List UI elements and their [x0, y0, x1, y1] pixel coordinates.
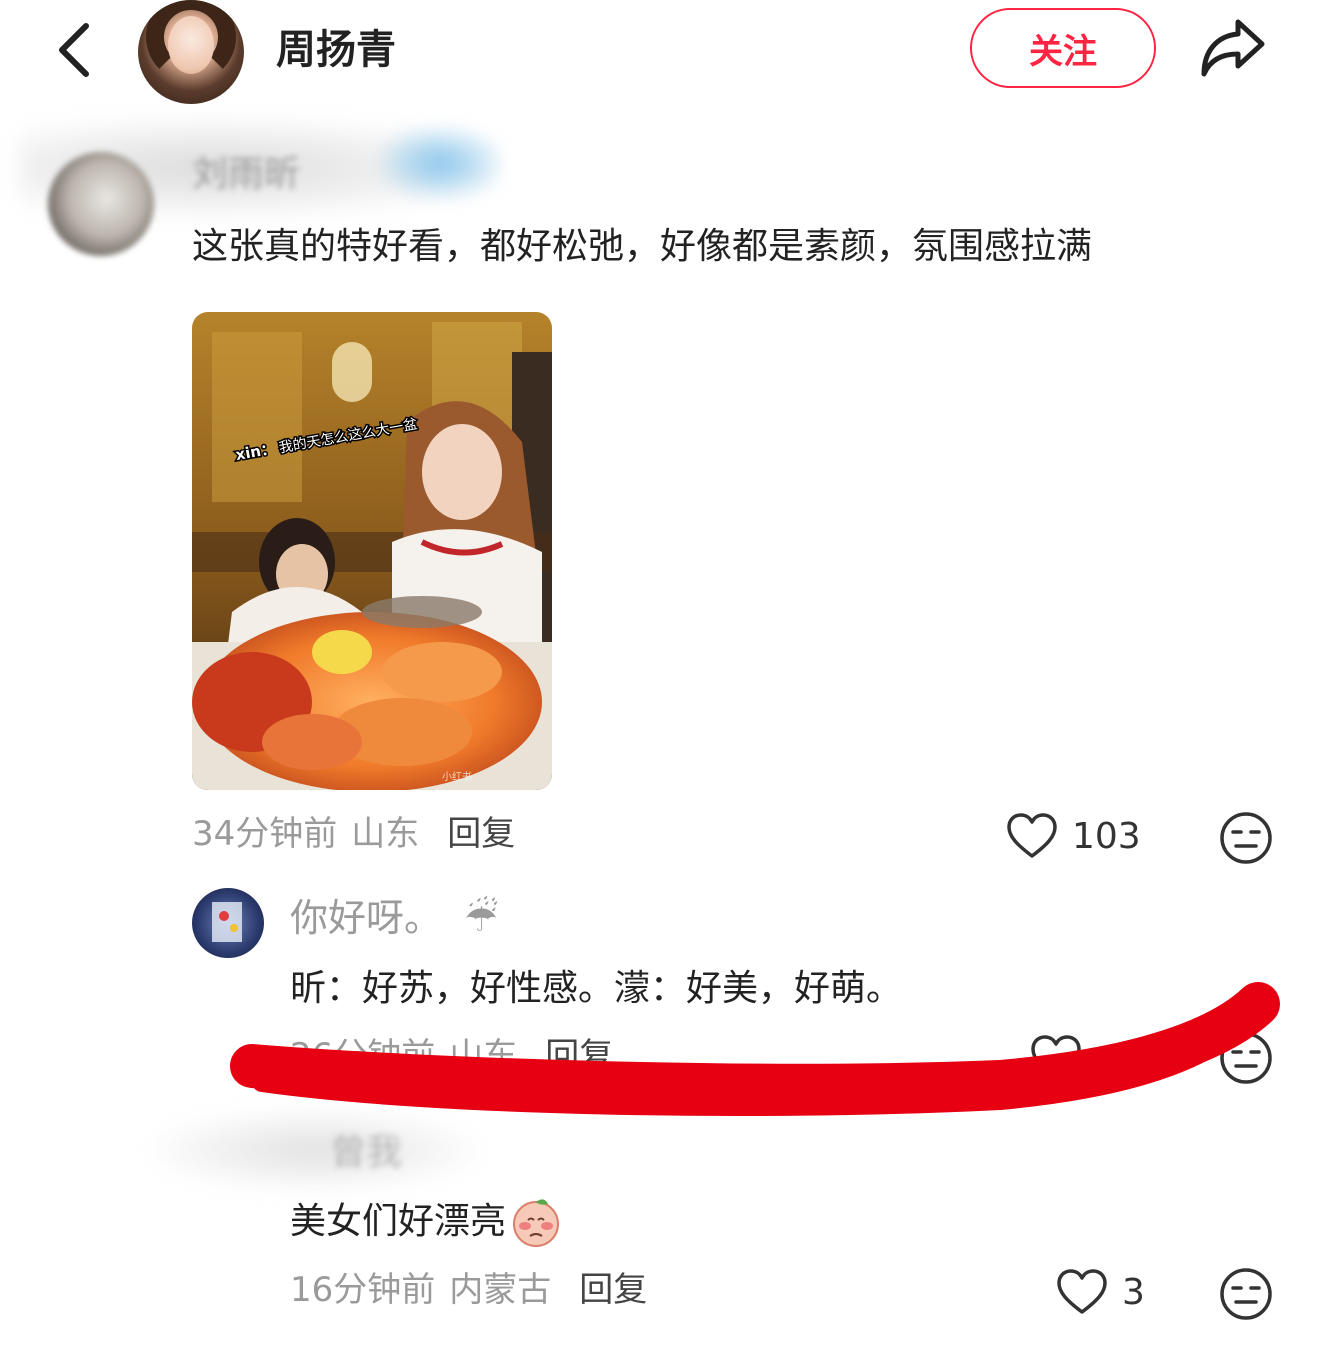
top-bar: 周扬青 关注: [0, 0, 1320, 110]
peach-blush-emoji: [513, 1199, 560, 1247]
photo-watermark: 小红书: [442, 770, 472, 783]
author-name[interactable]: 周扬青: [276, 22, 396, 78]
meh-face-icon: [1220, 1268, 1272, 1320]
comment-time: 16分钟前: [290, 1270, 436, 1310]
comment-location: 内蒙古: [449, 1270, 552, 1310]
privacy-blur: [150, 1110, 480, 1190]
reply-location: 山东: [449, 1036, 518, 1076]
dislike-button[interactable]: [1218, 810, 1274, 866]
heart-icon: [1007, 813, 1057, 858]
reply-time: 26分钟前: [290, 1036, 436, 1076]
meh-face-icon: [1220, 812, 1272, 864]
back-button[interactable]: [48, 18, 100, 82]
share-arrow-icon: [1201, 19, 1265, 77]
meh-face-icon: [1220, 1032, 1272, 1084]
reply-commenter-name[interactable]: 你好呀。 ☔: [290, 892, 498, 944]
reply-reply-button[interactable]: 回复: [545, 1036, 613, 1076]
comment-text: 这张真的特好看，都好松弛，好像都是素颜，氛围感拉满: [192, 226, 1093, 267]
photo-seafood-dinner: xin： 我的天怎么这么大一盆 小红书: [192, 312, 552, 790]
comment-location: 山东: [351, 814, 420, 854]
commenter-avatar[interactable]: [48, 152, 154, 256]
reply-dislike-button[interactable]: [1218, 1030, 1274, 1086]
like-count: 3: [1122, 1271, 1145, 1313]
heart-icon: [1057, 1269, 1107, 1314]
commenter-name[interactable]: 刘雨昕: [192, 150, 300, 200]
privacy-blur-emoji: [380, 128, 500, 198]
chevron-left-icon: [59, 23, 89, 77]
commenter-name[interactable]: 曾我: [330, 1128, 402, 1178]
like-button[interactable]: 3: [1056, 1266, 1145, 1318]
like-button[interactable]: 103: [1006, 810, 1141, 862]
comment-photo[interactable]: xin： 我的天怎么这么大一盆 小红书: [192, 312, 552, 790]
share-button[interactable]: [1196, 14, 1270, 80]
reply-button[interactable]: 回复: [447, 814, 515, 854]
reply-text: 昕：好苏，好性感。濛：好美，好萌。: [290, 968, 903, 1009]
follow-button[interactable]: 关注: [970, 8, 1156, 88]
heart-icon: [1031, 1035, 1081, 1080]
dislike-button[interactable]: [1218, 1266, 1274, 1322]
comment-time: 34分钟前: [192, 814, 338, 854]
reply-button[interactable]: 回复: [579, 1270, 647, 1310]
umbrella-rain-emoji: ☔: [464, 896, 499, 940]
comment-meta: 34分钟前 山东 回复: [192, 810, 515, 858]
reply-commenter-avatar[interactable]: [192, 888, 264, 958]
like-count: 103: [1072, 815, 1141, 857]
reply-like-button[interactable]: [1030, 1032, 1082, 1084]
reply-meta: 26分钟前 山东 回复: [290, 1032, 613, 1080]
author-avatar[interactable]: [138, 0, 244, 104]
comment-meta: 16分钟前 内蒙古 回复: [290, 1266, 647, 1314]
comment-text: 美女们好漂亮: [290, 1196, 562, 1248]
